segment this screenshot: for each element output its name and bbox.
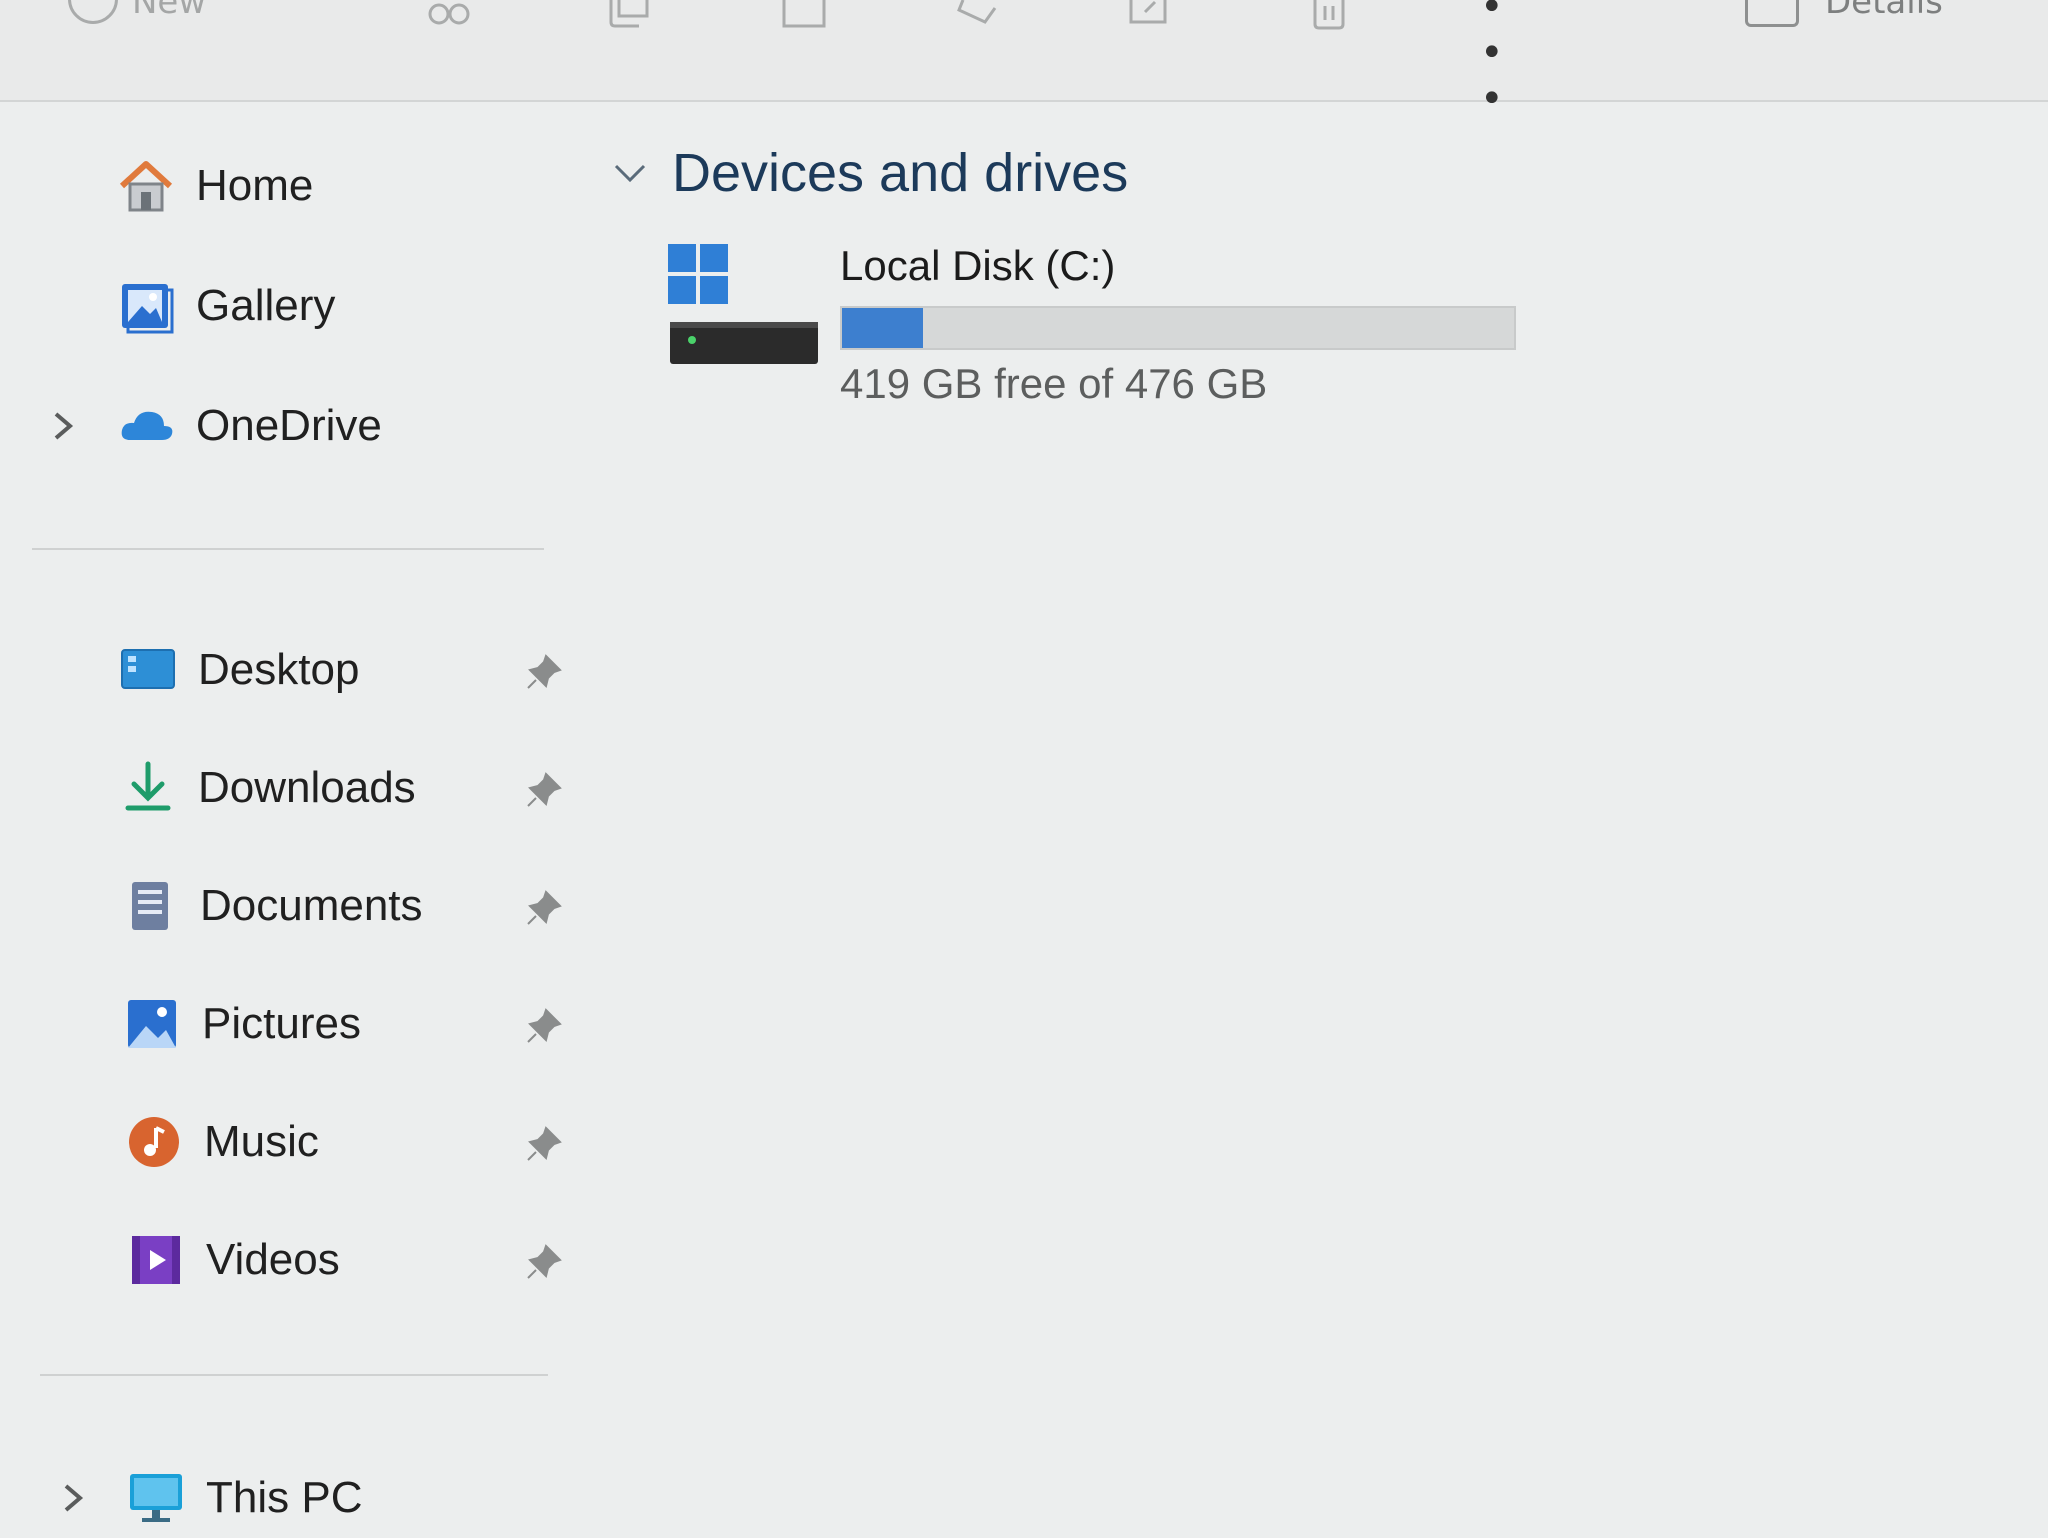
- sidebar-label-desktop: Desktop: [198, 645, 360, 694]
- pin-icon[interactable]: [524, 652, 564, 692]
- downloads-icon: [120, 760, 176, 816]
- sidebar-divider: [40, 1374, 548, 1376]
- pin-icon[interactable]: [524, 770, 564, 810]
- home-icon: [118, 158, 174, 214]
- delete-icon: [1313, 0, 1345, 30]
- share-icon: [1129, 0, 1167, 24]
- details-icon: [1745, 0, 1799, 27]
- drive-name: Local Disk (C:): [840, 242, 1116, 289]
- onedrive-icon: [118, 398, 174, 454]
- sidebar-item-gallery[interactable]: Gallery: [118, 266, 335, 346]
- sidebar-label-gallery: Gallery: [196, 281, 336, 330]
- chevron-down-icon[interactable]: [610, 158, 650, 188]
- pin-icon[interactable]: [524, 1242, 564, 1282]
- more-options-button[interactable]: • • •: [1480, 0, 1540, 122]
- sidebar-item-pictures[interactable]: Pictures: [124, 984, 562, 1064]
- cut-icon: [428, 3, 470, 25]
- drive-usage-bar: [840, 306, 1516, 350]
- chevron-right-icon[interactable]: [48, 408, 78, 444]
- pin-icon[interactable]: [524, 888, 564, 928]
- chevron-right-icon[interactable]: [58, 1480, 88, 1516]
- navigation-pane: Home Gallery OneDrive Desktop Downloads …: [0, 102, 580, 1536]
- sidebar-label-this-pc: This PC: [206, 1473, 363, 1522]
- command-bar: New • • • Details: [0, 0, 2048, 122]
- drive-tile-c[interactable]: Local Disk (C:) 419 GB free of 476 GB: [660, 242, 1560, 442]
- sidebar-label-downloads: Downloads: [198, 763, 416, 812]
- sidebar-item-documents[interactable]: Documents: [122, 866, 562, 946]
- sidebar-item-desktop[interactable]: Desktop: [120, 630, 562, 710]
- share-button[interactable]: [1125, 0, 1173, 30]
- sidebar-label-music: Music: [204, 1117, 319, 1166]
- videos-icon: [128, 1232, 184, 1288]
- paste-button[interactable]: [780, 0, 828, 30]
- sidebar-item-videos[interactable]: Videos: [128, 1220, 562, 1300]
- content-pane: Devices and drives Local Disk (C:) 419 G…: [580, 102, 2048, 1536]
- copy-button[interactable]: [605, 0, 653, 30]
- devices-section-header[interactable]: Devices and drives: [610, 142, 1128, 204]
- rename-button[interactable]: [955, 0, 1003, 30]
- section-title: Devices and drives: [672, 143, 1129, 203]
- paste-icon: [782, 0, 826, 28]
- sidebar-label-pictures: Pictures: [202, 999, 361, 1048]
- this-pc-icon: [128, 1470, 184, 1526]
- windows-drive-icon: [660, 242, 820, 372]
- sidebar-item-onedrive[interactable]: OneDrive: [54, 386, 382, 466]
- pin-icon[interactable]: [524, 1006, 564, 1046]
- drive-usage-fill: [842, 308, 923, 348]
- gallery-icon: [118, 278, 174, 334]
- sidebar-label-videos: Videos: [206, 1235, 340, 1284]
- documents-icon: [122, 878, 178, 934]
- details-label: Details: [1825, 0, 1943, 22]
- sidebar-item-downloads[interactable]: Downloads: [120, 748, 562, 828]
- copy-icon: [609, 0, 649, 28]
- cut-button[interactable]: [425, 0, 473, 30]
- sidebar-label-onedrive: OneDrive: [196, 401, 382, 450]
- pictures-icon: [124, 996, 180, 1052]
- sidebar-item-music[interactable]: Music: [126, 1102, 562, 1182]
- details-pane-button[interactable]: Details: [1745, 0, 1985, 27]
- sidebar-label-documents: Documents: [200, 881, 423, 930]
- sidebar-label-home: Home: [196, 161, 314, 210]
- rename-icon: [957, 0, 997, 24]
- new-label: New: [132, 0, 207, 22]
- pin-icon[interactable]: [524, 1124, 564, 1164]
- drive-free-space: 419 GB free of 476 GB: [840, 360, 1268, 407]
- sidebar-item-this-pc[interactable]: This PC: [64, 1458, 363, 1538]
- sidebar-item-home[interactable]: Home: [118, 146, 313, 226]
- delete-button[interactable]: [1305, 0, 1353, 30]
- new-button[interactable]: New: [68, 0, 258, 26]
- sidebar-divider: [32, 548, 544, 550]
- new-icon: [68, 0, 118, 24]
- desktop-icon: [120, 642, 176, 698]
- music-icon: [126, 1114, 182, 1170]
